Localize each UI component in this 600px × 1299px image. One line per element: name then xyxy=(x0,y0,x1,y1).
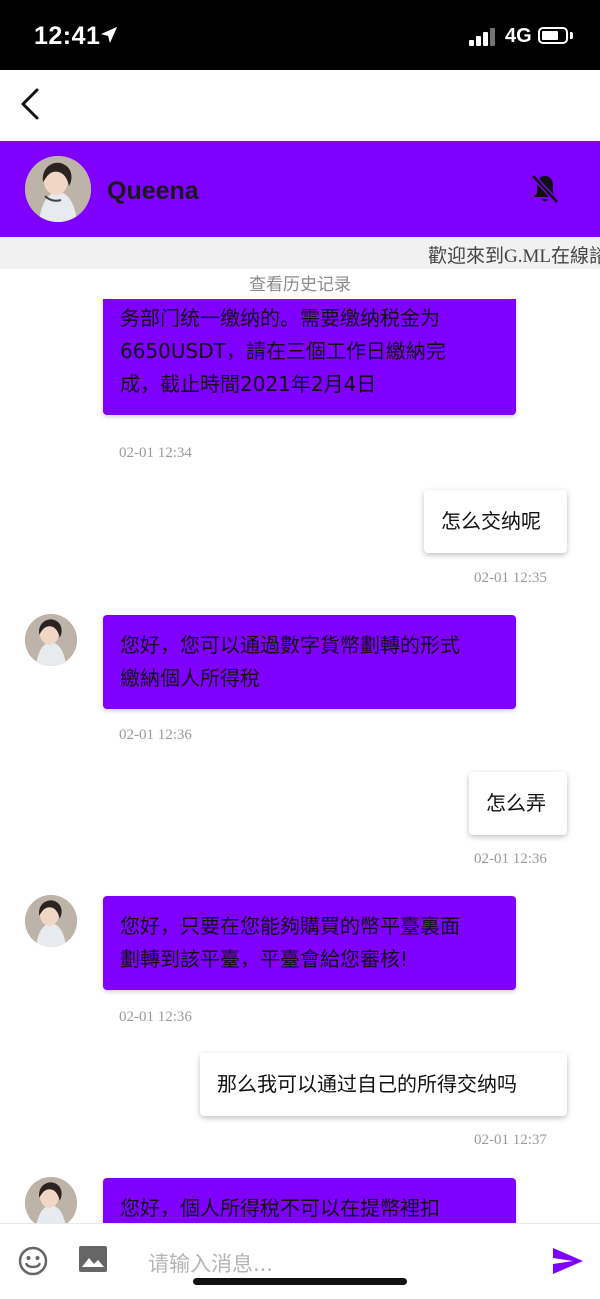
chat-header: Queena xyxy=(0,141,600,237)
nav-bar xyxy=(0,70,600,140)
message-line: 6650USDT，請在三個工作日繳納完 xyxy=(120,339,446,363)
status-time: 12:41 xyxy=(34,22,101,50)
view-history-link[interactable]: 查看历史记录 xyxy=(0,270,600,295)
location-arrow-icon xyxy=(100,26,118,44)
status-bar: 12:41 4G xyxy=(0,0,600,70)
signal-icon xyxy=(469,28,497,46)
battery-tip xyxy=(570,32,573,39)
incoming-message: 务部门统一缴纳的。需要缴纳税金为 6650USDT，請在三個工作日繳納完 成，截… xyxy=(103,299,516,415)
message-timestamp: 02-01 12:34 xyxy=(119,445,192,461)
message-timestamp: 02-01 12:35 xyxy=(474,570,547,586)
notice-text: 歡迎來到G.ML在線諮 xyxy=(428,246,600,267)
outgoing-message: 怎么弄 xyxy=(469,772,567,835)
message-line: 务部门统一缴纳的。需要缴纳税金为 xyxy=(120,306,440,330)
incoming-message: 您好，個人所得稅不可以在提幣裡扣 除 xyxy=(103,1178,516,1223)
message-line: 那么我可以通过自己的所得交纳吗 xyxy=(217,1072,517,1096)
back-chevron-icon[interactable] xyxy=(14,84,50,124)
outgoing-message: 怎么交纳呢 xyxy=(424,490,567,553)
notice-marquee: 歡迎來到G.ML在線諮 xyxy=(0,237,600,269)
message-timestamp: 02-01 12:36 xyxy=(119,727,192,743)
message-line: 您好，只要在您能夠購買的幣平臺裏面 xyxy=(120,914,460,938)
outgoing-message: 那么我可以通过自己的所得交纳吗 xyxy=(200,1053,567,1116)
contact-avatar[interactable] xyxy=(25,156,91,222)
message-list: 务部门统一缴纳的。需要缴纳税金为 6650USDT，請在三個工作日繳納完 成，截… xyxy=(0,299,600,1223)
message-line: 怎么交纳呢 xyxy=(441,509,541,533)
incoming-message: 您好，只要在您能夠購買的幣平臺裏面 劃轉到該平臺，平臺會給您審核! xyxy=(103,896,516,990)
message-line: 怎么弄 xyxy=(486,791,546,815)
contact-name: Queena xyxy=(107,177,199,205)
contact-avatar[interactable] xyxy=(25,1177,77,1223)
bell-muted-icon[interactable] xyxy=(527,171,563,207)
message-timestamp: 02-01 12:36 xyxy=(474,851,547,867)
contact-avatar[interactable] xyxy=(25,614,77,666)
network-label: 4G xyxy=(505,25,532,47)
message-timestamp: 02-01 12:36 xyxy=(119,1009,192,1025)
battery-icon xyxy=(538,27,568,44)
send-icon[interactable] xyxy=(552,1247,584,1275)
home-indicator xyxy=(193,1278,407,1285)
incoming-message: 您好，您可以通過數字貨幣劃轉的形式 繳納個人所得稅 xyxy=(103,615,516,709)
message-line: 您好，您可以通過數字貨幣劃轉的形式 xyxy=(120,633,460,657)
message-line: 繳納個人所得稅 xyxy=(120,666,260,690)
contact-avatar[interactable] xyxy=(25,895,77,947)
message-line: 您好，個人所得稅不可以在提幣裡扣 xyxy=(120,1196,440,1220)
image-icon[interactable] xyxy=(79,1246,107,1272)
emoji-icon[interactable] xyxy=(17,1245,49,1277)
message-line: 成，截止時間2021年2月4日 xyxy=(120,372,377,396)
message-input-bar xyxy=(0,1223,600,1299)
message-timestamp: 02-01 12:37 xyxy=(474,1132,547,1148)
message-line: 劃轉到該平臺，平臺會給您審核! xyxy=(120,947,409,971)
message-input[interactable] xyxy=(148,1248,528,1280)
